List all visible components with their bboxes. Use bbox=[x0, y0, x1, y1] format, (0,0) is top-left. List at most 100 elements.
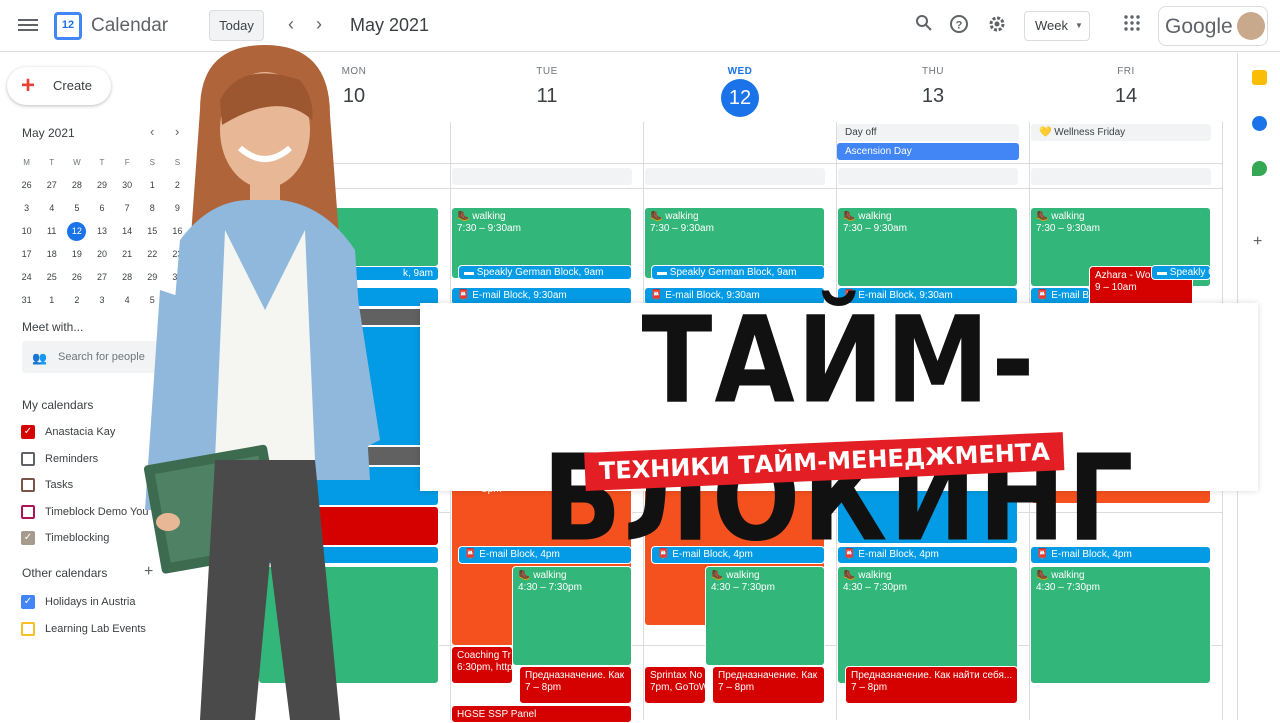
account-switcher[interactable]: Google bbox=[1158, 6, 1268, 46]
event-sprintax-wed[interactable]: Sprintax No 7pm, GoToWe bbox=[644, 666, 706, 704]
calendar-item[interactable]: ✓ Timeblocking bbox=[21, 530, 109, 548]
day-number[interactable]: 10 bbox=[274, 85, 434, 108]
mini-day[interactable]: 2 bbox=[64, 289, 89, 312]
event-email-mon[interactable] bbox=[258, 287, 439, 307]
mini-day[interactable]: 16 bbox=[165, 220, 190, 243]
mini-day[interactable]: 25 bbox=[39, 266, 64, 289]
day-header-thu[interactable]: THU 13 bbox=[853, 66, 1013, 108]
calendar-item[interactable]: Learning Lab Events bbox=[21, 621, 146, 639]
view-selector[interactable]: Week ▼ bbox=[1024, 11, 1090, 41]
checkbox-icon[interactable] bbox=[21, 478, 35, 492]
mini-day[interactable]: 10 bbox=[14, 220, 39, 243]
event-coaching-tue[interactable]: Coaching Tr 6:30pm, http bbox=[451, 646, 513, 684]
my-calendars-label[interactable]: My calendars bbox=[22, 398, 93, 412]
today-button[interactable]: Today bbox=[209, 10, 264, 41]
mini-day[interactable]: 29 bbox=[140, 266, 165, 289]
mini-day[interactable]: 27 bbox=[89, 266, 114, 289]
event-email-pm-mon[interactable] bbox=[258, 546, 439, 564]
checkbox-checked-icon[interactable]: ✓ bbox=[21, 595, 35, 609]
mini-day[interactable]: 27 bbox=[39, 174, 64, 197]
allday-event-ascension[interactable]: Ascension Day bbox=[837, 143, 1019, 160]
event-block-mon-2[interactable] bbox=[258, 466, 439, 506]
mini-day[interactable]: 18 bbox=[39, 243, 64, 266]
mini-next-button[interactable]: › bbox=[175, 124, 179, 139]
other-calendars-label[interactable]: Other calendars bbox=[22, 566, 107, 580]
event-walking-pm-mon[interactable] bbox=[258, 566, 439, 684]
event-german-wed[interactable]: ▬ Speakly German Block, 9am bbox=[651, 265, 825, 280]
mini-day[interactable]: 28 bbox=[115, 266, 140, 289]
event-german-tue[interactable]: ▬ Speakly German Block, 9am bbox=[458, 265, 632, 280]
calendar-item[interactable]: ✓ Holidays in Austria bbox=[21, 594, 136, 612]
search-icon[interactable] bbox=[913, 14, 935, 36]
mini-day[interactable]: 17 bbox=[14, 243, 39, 266]
mini-day[interactable]: 4 bbox=[39, 197, 64, 220]
mini-prev-button[interactable]: ‹ bbox=[150, 124, 154, 139]
event-hgse-tue[interactable]: HGSE SSP Panel bbox=[451, 705, 632, 723]
calendar-item[interactable]: Reminders bbox=[21, 451, 98, 469]
event-block-mon[interactable] bbox=[258, 326, 439, 446]
day-header-tue[interactable]: TUE 11 bbox=[467, 66, 627, 108]
calendar-item[interactable]: Timeblock Demo You bbox=[21, 504, 149, 522]
checkbox-icon[interactable] bbox=[21, 504, 35, 519]
mini-day[interactable]: 7 bbox=[115, 197, 140, 220]
search-people-input[interactable]: 👥 Search for people bbox=[22, 341, 192, 373]
mini-day[interactable]: 19 bbox=[64, 243, 89, 266]
day-number[interactable]: 11 bbox=[467, 85, 627, 108]
maps-icon[interactable] bbox=[1252, 161, 1267, 176]
event-purpose-thu[interactable]: Предназначение. Как найти себя... 7 – 8p… bbox=[845, 666, 1018, 704]
mini-day[interactable]: 15 bbox=[140, 220, 165, 243]
mini-day[interactable]: 1 bbox=[140, 174, 165, 197]
event-walking-mon[interactable] bbox=[258, 207, 439, 267]
mini-day[interactable]: 26 bbox=[14, 174, 39, 197]
mini-day[interactable]: 28 bbox=[64, 174, 89, 197]
checkbox-icon[interactable] bbox=[21, 451, 35, 466]
mini-day[interactable]: 1 bbox=[39, 289, 64, 312]
create-button[interactable]: + Create bbox=[7, 67, 111, 105]
gear-icon[interactable] bbox=[986, 14, 1008, 36]
apps-grid-icon[interactable] bbox=[1121, 14, 1143, 36]
event-german-mon[interactable]: k, 9am bbox=[258, 266, 439, 281]
mini-day[interactable]: 5 bbox=[140, 289, 165, 312]
event-walking-thu[interactable]: 🥾 walking 7:30 – 9:30am bbox=[837, 207, 1018, 287]
mini-day[interactable]: 2 bbox=[165, 174, 190, 197]
mini-day[interactable]: 6 bbox=[165, 289, 190, 312]
add-addon-icon[interactable]: + bbox=[1253, 233, 1262, 251]
event-gray-mon[interactable] bbox=[258, 308, 439, 326]
day-header-wed[interactable]: WED 12 bbox=[660, 66, 820, 117]
event-walking-pm-wed[interactable]: 🥾 walking 4:30 – 7:30pm bbox=[705, 566, 825, 666]
menu-icon[interactable] bbox=[18, 16, 38, 36]
event-walking-pm-tue[interactable]: 🥾 walking 4:30 – 7:30pm bbox=[512, 566, 632, 666]
checkbox-checked-icon[interactable]: ✓ bbox=[21, 531, 35, 545]
mini-day[interactable]: 13 bbox=[89, 220, 114, 243]
event-gray-mon-2[interactable] bbox=[258, 446, 439, 466]
mini-day[interactable]: 23 bbox=[165, 243, 190, 266]
allday-event-wellness[interactable]: 💛 Wellness Friday bbox=[1031, 124, 1211, 141]
day-header-fri[interactable]: FRI 14 bbox=[1046, 66, 1206, 108]
mini-day[interactable]: 8 bbox=[140, 197, 165, 220]
mini-day[interactable]: 26 bbox=[64, 266, 89, 289]
mini-day[interactable]: 21 bbox=[115, 243, 140, 266]
event-purpose-tue[interactable]: Предназначение. Как 7 – 8pm bbox=[519, 666, 632, 704]
mini-day[interactable]: 4 bbox=[115, 289, 140, 312]
mini-day[interactable]: 5 bbox=[64, 197, 89, 220]
event-red-mon[interactable] bbox=[258, 506, 439, 546]
day-header-mon[interactable]: MON 10 bbox=[274, 66, 434, 108]
avatar[interactable] bbox=[1237, 12, 1265, 40]
day-number[interactable]: 13 bbox=[853, 85, 1013, 108]
mini-day[interactable]: 30 bbox=[115, 174, 140, 197]
mini-day[interactable]: 12 bbox=[64, 220, 89, 243]
event-german-fri[interactable]: ▬ Speakly G bbox=[1151, 265, 1211, 280]
prev-week-button[interactable]: ‹ bbox=[288, 14, 294, 35]
event-walking-pm-fri[interactable]: 🥾 walking 4:30 – 7:30pm bbox=[1030, 566, 1211, 684]
calendar-item[interactable]: Tasks bbox=[21, 477, 73, 495]
mini-day[interactable]: 3 bbox=[14, 197, 39, 220]
mini-day[interactable]: 20 bbox=[89, 243, 114, 266]
mini-day[interactable]: 22 bbox=[140, 243, 165, 266]
help-icon[interactable]: ? bbox=[948, 14, 970, 36]
mini-day[interactable]: 31 bbox=[14, 289, 39, 312]
day-number[interactable]: 12 bbox=[721, 79, 759, 117]
mini-day[interactable]: 9 bbox=[165, 197, 190, 220]
next-week-button[interactable]: › bbox=[316, 14, 322, 35]
allday-event-day-off[interactable]: Day off bbox=[837, 124, 1019, 141]
event-purpose-wed[interactable]: Предназначение. Как 7 – 8pm bbox=[712, 666, 825, 704]
